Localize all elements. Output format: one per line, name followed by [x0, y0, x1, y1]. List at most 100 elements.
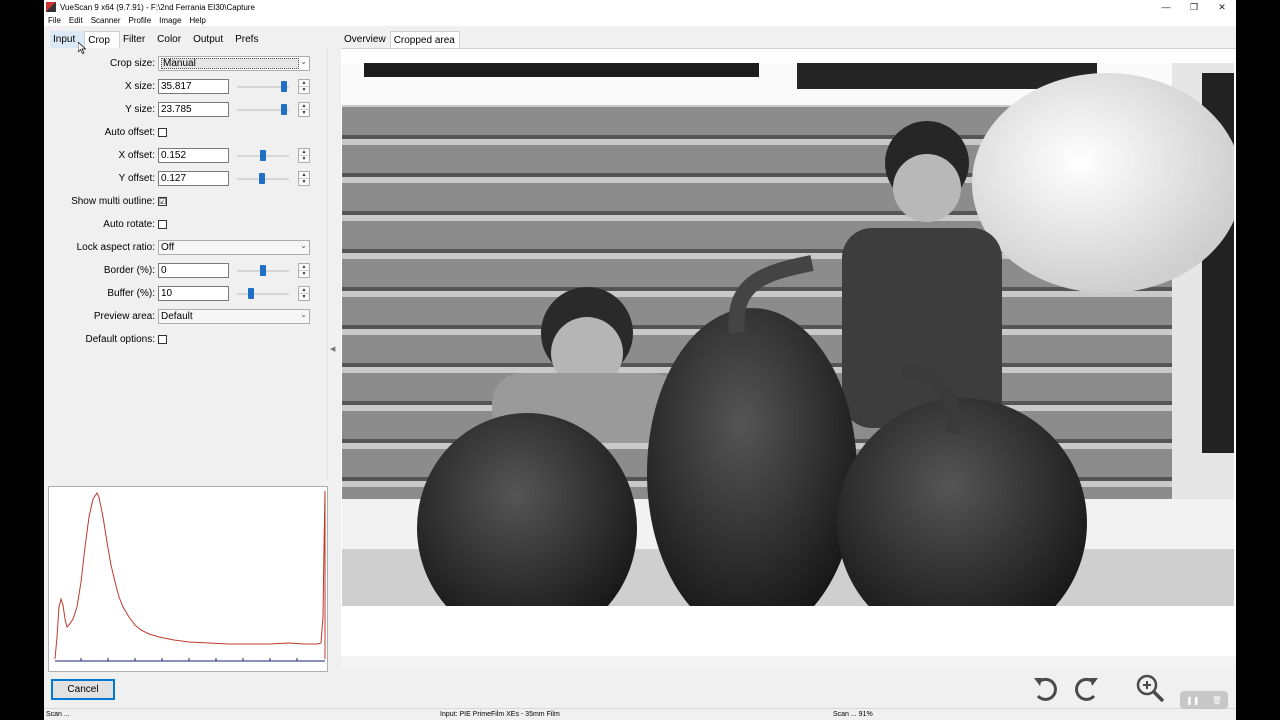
lock-aspect-ratio-label: Lock aspect ratio:: [76, 242, 155, 253]
viewer-tabs: Overview Cropped area: [341, 31, 460, 49]
lock-aspect-ratio-select[interactable]: Off ⌄: [158, 240, 310, 255]
balloon: [972, 73, 1234, 293]
y-size-spinner[interactable]: ▲ ▼: [298, 102, 310, 117]
x-offset-label: X offset:: [118, 150, 155, 161]
histogram-graph: [54, 490, 326, 662]
spin-up-icon[interactable]: ▲: [299, 80, 309, 87]
slider-thumb[interactable]: [259, 173, 266, 184]
auto-rotate-label: Auto rotate:: [103, 219, 155, 230]
menu-edit[interactable]: Edit: [69, 16, 83, 25]
chevron-down-icon: ⌄: [300, 57, 307, 66]
tab-prefs[interactable]: Prefs: [232, 31, 267, 49]
buffer-label: Buffer (%):: [107, 288, 155, 299]
trash-icon[interactable]: 🗑: [1212, 696, 1222, 705]
x-size-slider[interactable]: [237, 81, 289, 92]
pause-icon[interactable]: ❚❚: [1186, 696, 1199, 705]
menu-scanner[interactable]: Scanner: [91, 16, 121, 25]
histogram: [48, 486, 328, 672]
slider-thumb[interactable]: [260, 265, 266, 276]
menu-help[interactable]: Help: [189, 16, 205, 25]
collapse-panel-icon[interactable]: ◀: [330, 345, 335, 353]
y-offset-slider[interactable]: [237, 173, 289, 184]
tab-overview[interactable]: Overview: [341, 31, 390, 49]
buffer-slider[interactable]: [237, 288, 289, 299]
maximize-button[interactable]: ❐: [1180, 0, 1208, 14]
histogram-curve: [54, 490, 326, 660]
app-icon: [46, 2, 56, 12]
tab-cropped-area[interactable]: Cropped area: [389, 31, 460, 49]
crop-settings-panel: Crop size: Manual ⌄ X size: 35.817 ▲ ▼ Y …: [48, 48, 328, 480]
x-offset-row: X offset: 0.152 ▲ ▼: [48, 148, 328, 164]
y-size-row: Y size: 23.785 ▲ ▼: [48, 102, 328, 118]
buffer-input[interactable]: 10: [158, 286, 229, 301]
border-label: Border (%):: [103, 265, 155, 276]
crop-size-select[interactable]: Manual ⌄: [158, 56, 310, 71]
menu-bar: File Edit Scanner Profile Image Help: [44, 14, 1236, 26]
y-offset-spinner[interactable]: ▲ ▼: [298, 171, 310, 186]
slider-thumb[interactable]: [248, 288, 255, 299]
default-options-checkbox[interactable]: [158, 335, 167, 344]
default-options-row: Default options:: [48, 332, 328, 348]
auto-rotate-checkbox[interactable]: [158, 220, 167, 229]
spin-up-icon[interactable]: ▲: [299, 264, 309, 271]
slider-thumb[interactable]: [280, 104, 287, 115]
crop-size-row: Crop size: Manual ⌄: [48, 56, 328, 72]
x-offset-input[interactable]: 0.152: [158, 148, 229, 163]
y-size-slider[interactable]: [237, 104, 289, 115]
scanned-photo[interactable]: [342, 63, 1234, 606]
show-multi-outline-checkbox[interactable]: ☑: [158, 197, 167, 206]
slider-thumb[interactable]: [280, 81, 287, 92]
rotate-right-icon[interactable]: [1070, 672, 1102, 704]
y-offset-input[interactable]: 0.127: [158, 171, 229, 186]
slider-thumb[interactable]: [260, 150, 266, 161]
menu-image[interactable]: Image: [159, 16, 181, 25]
x-size-row: X size: 35.817 ▲ ▼: [48, 79, 328, 95]
lock-aspect-ratio-row: Lock aspect ratio: Off ⌄: [48, 240, 328, 256]
tab-crop[interactable]: Crop: [84, 31, 120, 49]
spin-down-icon[interactable]: ▼: [299, 87, 309, 94]
preview-area-select[interactable]: Default ⌄: [158, 309, 310, 324]
border-row: Border (%): 0 ▲ ▼: [48, 263, 328, 279]
spin-up-icon[interactable]: ▲: [299, 287, 309, 294]
spin-down-icon[interactable]: ▼: [299, 271, 309, 278]
tab-filter[interactable]: Filter: [120, 31, 154, 49]
spin-down-icon[interactable]: ▼: [299, 294, 309, 301]
zoom-in-icon[interactable]: [1134, 672, 1166, 704]
menu-profile[interactable]: Profile: [128, 16, 151, 25]
x-size-spinner[interactable]: ▲ ▼: [298, 79, 310, 94]
y-offset-row: Y offset: 0.127 ▲ ▼: [48, 171, 328, 187]
spin-up-icon[interactable]: ▲: [299, 172, 309, 179]
buffer-row: Buffer (%): 10 ▲ ▼: [48, 286, 328, 302]
spin-up-icon[interactable]: ▲: [299, 149, 309, 156]
spin-up-icon[interactable]: ▲: [299, 103, 309, 110]
x-offset-spinner[interactable]: ▲ ▼: [298, 148, 310, 163]
x-size-input[interactable]: 35.817: [158, 79, 229, 94]
vuescan-window: VueScan 9 x64 (9.7.91) - F:\2nd Ferrania…: [44, 0, 1236, 720]
auto-offset-row: Auto offset:: [48, 125, 328, 141]
buffer-spinner[interactable]: ▲ ▼: [298, 286, 310, 301]
y-offset-label: Y offset:: [118, 173, 155, 184]
spin-down-icon[interactable]: ▼: [299, 179, 309, 186]
spin-down-icon[interactable]: ▼: [299, 156, 309, 163]
minimize-button[interactable]: —: [1152, 0, 1180, 14]
tab-color[interactable]: Color: [154, 31, 190, 49]
y-size-label: Y size:: [125, 104, 155, 115]
rotate-left-icon[interactable]: [1030, 672, 1062, 704]
cancel-button[interactable]: Cancel: [51, 679, 115, 700]
tab-output[interactable]: Output: [190, 31, 232, 49]
preview-area-label: Preview area:: [93, 311, 155, 322]
spin-down-icon[interactable]: ▼: [299, 110, 309, 117]
window-title: VueScan 9 x64 (9.7.91) - F:\2nd Ferrania…: [60, 2, 255, 12]
border-input[interactable]: 0: [158, 263, 229, 278]
border-spinner[interactable]: ▲ ▼: [298, 263, 310, 278]
border-slider[interactable]: [237, 265, 289, 276]
show-multi-outline-label: Show multi outline:: [71, 196, 155, 207]
crop-size-label: Crop size:: [109, 58, 155, 69]
close-button[interactable]: ✕: [1208, 0, 1236, 14]
chevron-down-icon: ⌄: [300, 310, 307, 319]
status-progress: Scan ... 91%: [833, 711, 873, 718]
y-size-input[interactable]: 23.785: [158, 102, 229, 117]
menu-file[interactable]: File: [48, 16, 61, 25]
auto-offset-checkbox[interactable]: [158, 128, 167, 137]
x-offset-slider[interactable]: [237, 150, 289, 161]
